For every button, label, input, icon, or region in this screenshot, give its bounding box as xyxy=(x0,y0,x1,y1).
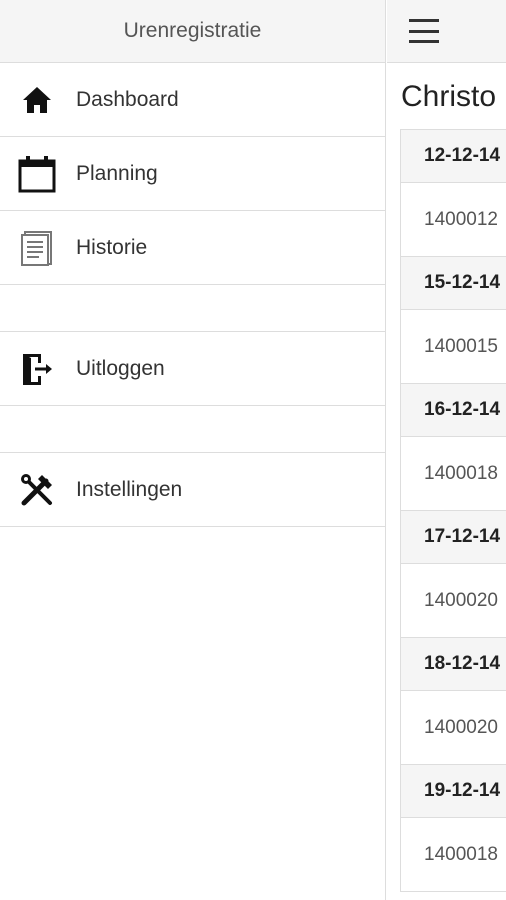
page-title: Christo xyxy=(401,80,497,113)
tools-icon xyxy=(18,471,56,509)
sidebar-item-historie[interactable]: Historie xyxy=(0,211,385,285)
sidebar-item-dashboard[interactable]: Dashboard xyxy=(0,63,385,137)
sidebar-item-label: Historie xyxy=(76,235,148,259)
date-header: 19-12-14 xyxy=(401,765,506,818)
sidebar-item-label: Dashboard xyxy=(76,87,179,111)
nav-divider xyxy=(0,406,385,453)
list-item[interactable]: 1400020 xyxy=(401,691,506,765)
sidebar-item-planning[interactable]: Planning xyxy=(0,137,385,211)
list-item[interactable]: 1400015 xyxy=(401,310,506,384)
sidebar-title: Urenregistratie xyxy=(0,0,385,63)
entries-list: 12-12-14 1400012 15-12-14 1400015 16-12-… xyxy=(400,129,506,892)
nav-divider xyxy=(0,285,385,332)
date-header: 17-12-14 xyxy=(401,511,506,564)
list-item[interactable]: 1400018 xyxy=(401,818,506,891)
sidebar: Urenregistratie Dashboard Planning Histo… xyxy=(0,0,386,900)
list-item[interactable]: 1400020 xyxy=(401,564,506,638)
sidebar-item-label: Instellingen xyxy=(76,477,183,501)
document-icon xyxy=(18,229,56,267)
top-bar xyxy=(387,0,506,63)
list-item[interactable]: 1400012 xyxy=(401,183,506,257)
calendar-icon xyxy=(18,155,56,193)
date-header: 18-12-14 xyxy=(401,638,506,691)
date-header: 15-12-14 xyxy=(401,257,506,310)
date-header: 16-12-14 xyxy=(401,384,506,437)
sidebar-item-instellingen[interactable]: Instellingen xyxy=(0,453,385,527)
sidebar-item-label: Uitloggen xyxy=(76,356,165,380)
date-header: 12-12-14 xyxy=(401,130,506,183)
main-content: Christo 12-12-14 1400012 15-12-14 140001… xyxy=(387,0,506,900)
hamburger-menu-icon[interactable] xyxy=(409,19,439,43)
logout-icon xyxy=(18,350,56,388)
sidebar-item-label: Planning xyxy=(76,161,158,185)
sidebar-item-uitloggen[interactable]: Uitloggen xyxy=(0,332,385,406)
home-icon xyxy=(18,81,56,119)
list-item[interactable]: 1400018 xyxy=(401,437,506,511)
